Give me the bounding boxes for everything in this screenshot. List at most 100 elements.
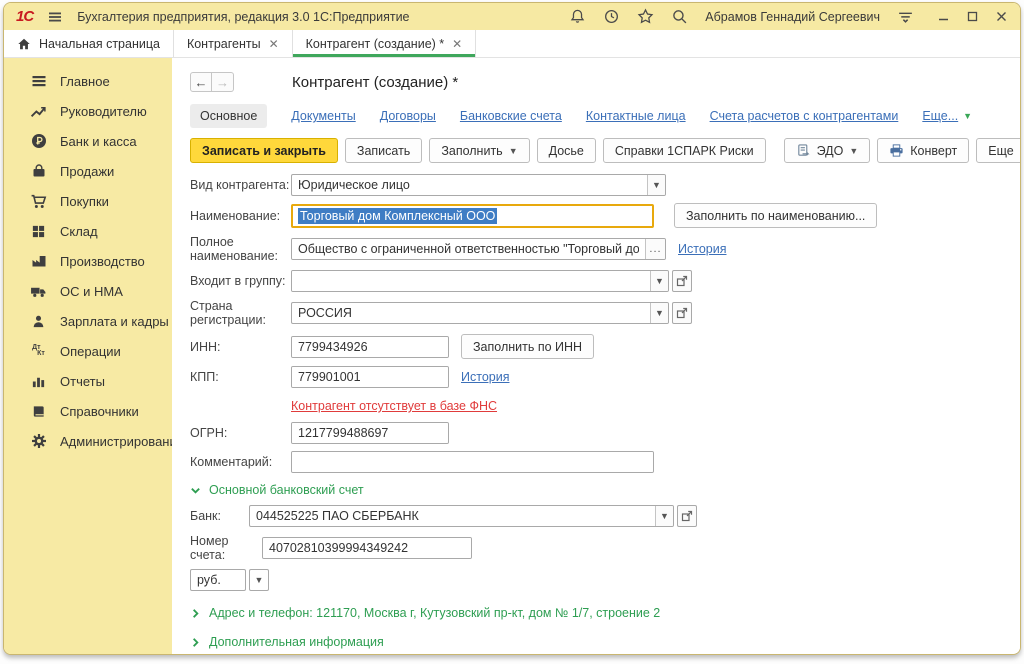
sidebar-item-otchety[interactable]: Отчеты (4, 366, 172, 396)
form-title: Контрагент (создание) * (292, 74, 458, 91)
field-label: Наименование: (190, 209, 291, 223)
name-input[interactable]: Торговый дом Комплексный ООО (291, 204, 654, 228)
favorites-star-icon[interactable] (637, 8, 654, 25)
kpp-input[interactable] (291, 366, 449, 388)
dossier-button[interactable]: Досье (537, 138, 596, 163)
nav-dokumenty[interactable]: Документы (291, 109, 355, 123)
truck-icon (30, 283, 47, 300)
group-text[interactable] (292, 271, 650, 291)
chevron-down-icon: ▼ (963, 111, 972, 121)
fill-by-inn-button[interactable]: Заполнить по ИНН (461, 334, 594, 359)
nav-osnovnoe[interactable]: Основное (190, 104, 267, 128)
titlebar: 1С Бухгалтерия предприятия, редакция 3.0… (4, 3, 1020, 30)
sidebar-item-glavnoe[interactable]: Главное (4, 66, 172, 96)
close-window-button[interactable] (995, 10, 1008, 23)
chevron-down-icon[interactable]: ▼ (650, 271, 668, 291)
chevron-down-icon (190, 485, 201, 496)
field-label: ОГРН: (190, 426, 291, 440)
inn-text[interactable] (292, 337, 448, 357)
tab-kontragent-create[interactable]: Контрагент (создание) * ✕ (293, 30, 477, 57)
sidebar-item-spravochniki[interactable]: Справочники (4, 396, 172, 426)
nav-scheta-raschetov[interactable]: Счета расчетов с контрагентами (710, 109, 899, 123)
sidebar-item-rukovoditelyu[interactable]: Руководителю (4, 96, 172, 126)
account-number-input[interactable] (262, 537, 472, 559)
main-menu-icon[interactable] (47, 9, 63, 25)
spark-button[interactable]: Справки 1СПАРК Риски (603, 138, 766, 163)
inn-input[interactable] (291, 336, 449, 358)
bank-combobox[interactable]: 044525225 ПАО СБЕРБАНК ▼ (249, 505, 674, 527)
kpp-history-link[interactable]: История (461, 370, 509, 384)
country-open-button[interactable] (672, 302, 692, 324)
chevron-down-icon[interactable]: ▼ (650, 303, 668, 323)
history-icon[interactable] (603, 8, 620, 25)
sidebar-item-bank-kassa[interactable]: Банк и касса (4, 126, 172, 156)
save-and-close-button[interactable]: Записать и закрыть (190, 138, 338, 163)
nav-kontaktnye-lica[interactable]: Контактные лица (586, 109, 686, 123)
sidebar-item-prodazhi[interactable]: Продажи (4, 156, 172, 186)
save-button[interactable]: Записать (345, 138, 422, 163)
sidebar-item-operacii[interactable]: ДтКт Операции (4, 336, 172, 366)
envelope-print-button[interactable]: Конверт (877, 138, 969, 163)
full-name-input[interactable]: ... (291, 238, 666, 260)
open-form-icon (681, 510, 693, 522)
window-title: Бухгалтерия предприятия, редакция 3.0 1С… (77, 10, 409, 24)
edo-doc-icon (796, 143, 811, 158)
search-icon[interactable] (671, 8, 688, 25)
nav-bankovskie-scheta[interactable]: Банковские счета (460, 109, 562, 123)
forward-button[interactable]: → (212, 72, 234, 92)
ellipsis-button[interactable]: ... (645, 239, 665, 259)
field-label: Банк: (190, 509, 249, 523)
currency-dropdown-button[interactable]: ▼ (249, 569, 269, 591)
back-button[interactable]: ← (190, 72, 212, 92)
extra-info-section-toggle[interactable]: Дополнительная информация (190, 635, 1021, 649)
chevron-right-icon (190, 637, 201, 648)
kind-combobox[interactable]: Юридическое лицо ▼ (291, 174, 666, 196)
ogrn-input[interactable] (291, 422, 449, 444)
sidebar-item-administrirovanie[interactable]: Администрирование (4, 426, 172, 456)
fns-warning-link[interactable]: Контрагент отсутствует в базе ФНС (291, 399, 497, 413)
bank-open-button[interactable] (677, 505, 697, 527)
field-label: Полное наименование: (190, 235, 291, 263)
chevron-down-icon[interactable]: ▼ (655, 506, 673, 526)
close-tab-icon[interactable]: ✕ (269, 37, 279, 51)
country-combobox[interactable]: РОССИЯ ▼ (291, 302, 669, 324)
factory-icon (30, 253, 47, 270)
address-section-toggle[interactable]: Адрес и телефон: 121170, Москва г, Кутуз… (190, 606, 1021, 620)
tab-label: Контрагент (создание) * (306, 37, 445, 51)
trend-chart-icon (30, 103, 47, 120)
field-label: Комментарий: (190, 455, 291, 469)
maximize-button[interactable] (966, 10, 979, 23)
chevron-down-icon[interactable]: ▼ (647, 175, 665, 195)
more-dropdown-button[interactable]: Еще▼ (976, 138, 1021, 163)
field-label: Страна регистрации: (190, 299, 291, 327)
group-combobox[interactable]: ▼ (291, 270, 669, 292)
minimize-button[interactable] (937, 10, 950, 23)
sidebar-item-os-nma[interactable]: ОС и НМА (4, 276, 172, 306)
currency-combobox[interactable]: руб. (190, 569, 246, 591)
edo-dropdown-button[interactable]: ЭДО▼ (784, 138, 871, 163)
nav-dogovory[interactable]: Договоры (380, 109, 436, 123)
fill-by-name-button[interactable]: Заполнить по наименованию... (674, 203, 877, 228)
tab-kontragenty[interactable]: Контрагенты ✕ (174, 30, 293, 57)
full-name-text[interactable] (292, 239, 645, 259)
notifications-bell-icon[interactable] (569, 8, 586, 25)
comment-input[interactable] (291, 451, 654, 473)
sidebar-item-proizvodstvo[interactable]: Производство (4, 246, 172, 276)
account-number-text[interactable] (263, 538, 471, 558)
ruble-circle-icon (30, 133, 47, 150)
fill-dropdown-button[interactable]: Заполнить▼ (429, 138, 529, 163)
tab-home[interactable]: Начальная страница (4, 30, 174, 57)
service-menu-icon[interactable] (897, 8, 914, 25)
group-open-button[interactable] (672, 270, 692, 292)
current-user[interactable]: Абрамов Геннадий Сергеевич (705, 10, 880, 24)
bank-section-toggle[interactable]: Основной банковский счет (190, 483, 1021, 497)
comment-text[interactable] (292, 452, 653, 472)
kpp-text[interactable] (292, 367, 448, 387)
ogrn-text[interactable] (292, 423, 448, 443)
nav-more-button[interactable]: Еще... ▼ (922, 109, 972, 123)
close-tab-icon[interactable]: ✕ (452, 37, 462, 51)
full-name-history-link[interactable]: История (678, 242, 726, 256)
sidebar-item-zarplata-kadry[interactable]: Зарплата и кадры (4, 306, 172, 336)
sidebar-item-sklad[interactable]: Склад (4, 216, 172, 246)
sidebar-item-pokupki[interactable]: Покупки (4, 186, 172, 216)
